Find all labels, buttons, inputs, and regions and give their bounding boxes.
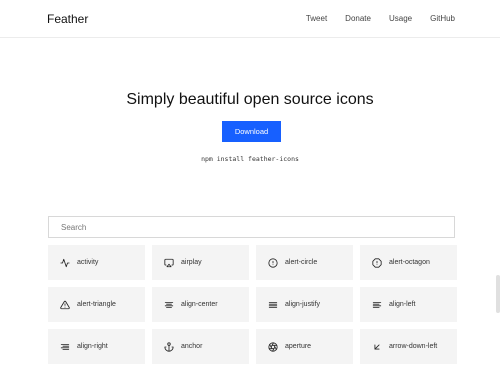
top-nav: Tweet Donate Usage GitHub	[306, 14, 455, 23]
align-justify-icon	[268, 300, 278, 310]
npm-install-command: npm install feather-icons	[201, 155, 299, 163]
search-input[interactable]	[48, 216, 455, 238]
align-right-icon	[60, 342, 70, 352]
icon-label: alert-triangle	[77, 301, 116, 308]
icon-tile-align-justify[interactable]: align-justify	[256, 287, 353, 322]
icon-tile-alert-octagon[interactable]: alert-octagon	[360, 245, 457, 280]
site-header: Feather Tweet Donate Usage GitHub	[0, 0, 500, 38]
icon-label: anchor	[181, 343, 203, 350]
icon-tile-airplay[interactable]: airplay	[152, 245, 249, 280]
logo[interactable]: Feather	[47, 12, 88, 26]
download-button[interactable]: Download	[222, 121, 281, 142]
activity-icon	[60, 258, 70, 268]
icon-tile-alert-circle[interactable]: alert-circle	[256, 245, 353, 280]
icon-label: arrow-down-left	[389, 343, 438, 350]
icon-label: activity	[77, 259, 99, 266]
nav-link-donate[interactable]: Donate	[345, 14, 371, 23]
icon-tile-alert-triangle[interactable]: alert-triangle	[48, 287, 145, 322]
nav-link-github[interactable]: GitHub	[430, 14, 455, 23]
icon-tile-align-right[interactable]: align-right	[48, 329, 145, 364]
icon-label: align-justify	[285, 301, 321, 308]
icon-tile-align-center[interactable]: align-center	[152, 287, 249, 322]
icon-label: aperture	[285, 343, 312, 350]
hero-title: Simply beautiful open source icons	[126, 91, 374, 108]
align-center-icon	[164, 300, 174, 310]
icon-tile-activity[interactable]: activity	[48, 245, 145, 280]
page-scrollbar[interactable]	[496, 275, 500, 313]
icon-grid: activity airplay alert-circle alert-octa…	[48, 245, 457, 364]
alert-triangle-icon	[60, 300, 70, 310]
icon-label: alert-octagon	[389, 259, 430, 266]
anchor-icon	[164, 341, 174, 352]
align-left-icon	[372, 300, 382, 310]
alert-octagon-icon	[372, 257, 382, 268]
icon-tile-arrow-down-left[interactable]: arrow-down-left	[360, 329, 457, 364]
icon-tile-aperture[interactable]: aperture	[256, 329, 353, 364]
nav-link-tweet[interactable]: Tweet	[306, 14, 327, 23]
icon-label: align-center	[181, 301, 218, 308]
arrow-down-left-icon	[372, 342, 382, 352]
icon-label: airplay	[181, 259, 202, 266]
icon-tile-align-left[interactable]: align-left	[360, 287, 457, 322]
nav-link-usage[interactable]: Usage	[389, 14, 412, 23]
icon-tile-anchor[interactable]: anchor	[152, 329, 249, 364]
alert-circle-icon	[268, 257, 278, 268]
icon-label: align-left	[389, 301, 416, 308]
icon-label: alert-circle	[285, 259, 318, 266]
airplay-icon	[164, 258, 174, 268]
icon-label: align-right	[77, 343, 108, 350]
aperture-icon	[268, 341, 278, 352]
